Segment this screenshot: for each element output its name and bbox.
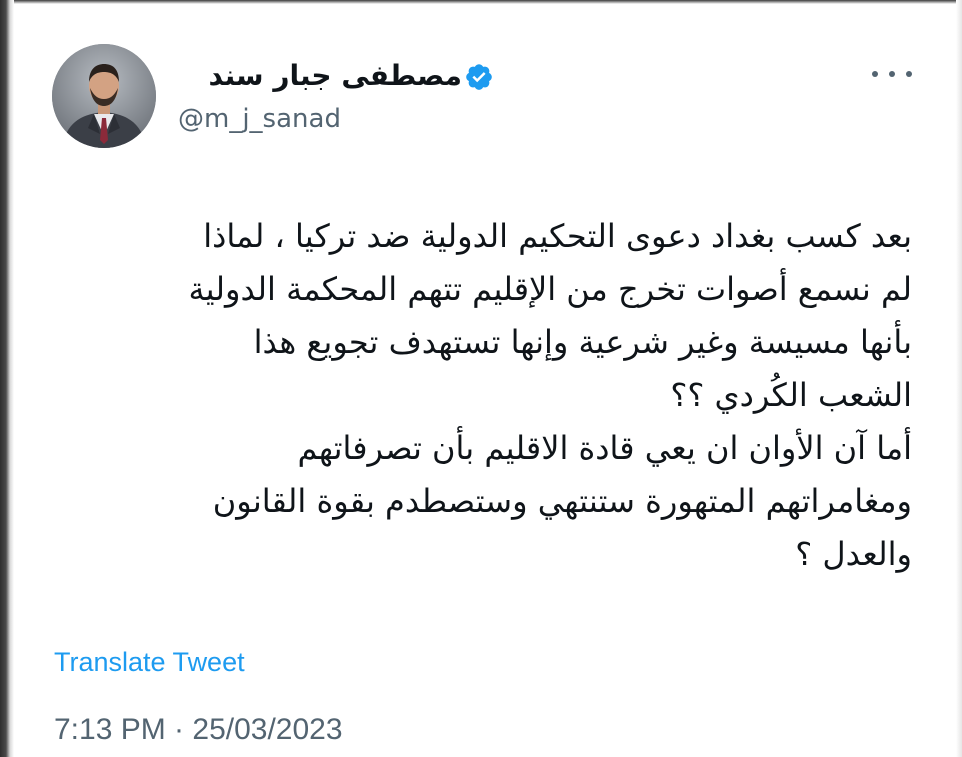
photo-edge-top (0, 0, 962, 4)
tweet-screenshot: مصطفى جبار سند @m_j_sanad بعد كسب بغداد … (0, 0, 962, 757)
tweet-text-line: ومغامراتهم المتهورة ستنتهي وستصطدم بقوة … (212, 482, 912, 520)
tweet-text-line: الشعب الكُردي ؟؟ (670, 376, 912, 414)
tweet-text-line: بأنها مسيسة وغير شرعية وإنها تستهدف تجوي… (253, 323, 912, 361)
dot (889, 71, 895, 77)
tweet-text-line: بعد كسب بغداد دعوى التحكيم الدولية ضد تر… (203, 217, 912, 255)
tweet-text-line: لم نسمع أصوات تخرج من الإقليم تتهم المحك… (188, 270, 912, 308)
dot (906, 71, 912, 77)
author-display-name[interactable]: مصطفى جبار سند (208, 56, 462, 96)
tweet-text: بعد كسب بغداد دعوى التحكيم الدولية ضد تر… (52, 210, 912, 581)
tweet-text-line: أما آن الأوان ان يعي قادة الاقليم بأن تص… (297, 429, 912, 467)
translate-tweet-link[interactable]: Translate Tweet (54, 644, 245, 680)
tweet-timestamp[interactable]: 7:13 PM · 25/03/2023 (54, 710, 343, 750)
photo-edge-right (956, 0, 962, 757)
verified-badge-icon (466, 64, 492, 90)
avatar[interactable] (52, 44, 156, 148)
photo-edge-left (0, 0, 14, 757)
author-handle[interactable]: @m_j_sanad (178, 100, 341, 138)
dot (872, 71, 878, 77)
tweet-text-line: والعدل ؟ (795, 535, 912, 573)
more-options-icon[interactable] (872, 62, 912, 86)
profile-photo-icon (52, 44, 156, 148)
